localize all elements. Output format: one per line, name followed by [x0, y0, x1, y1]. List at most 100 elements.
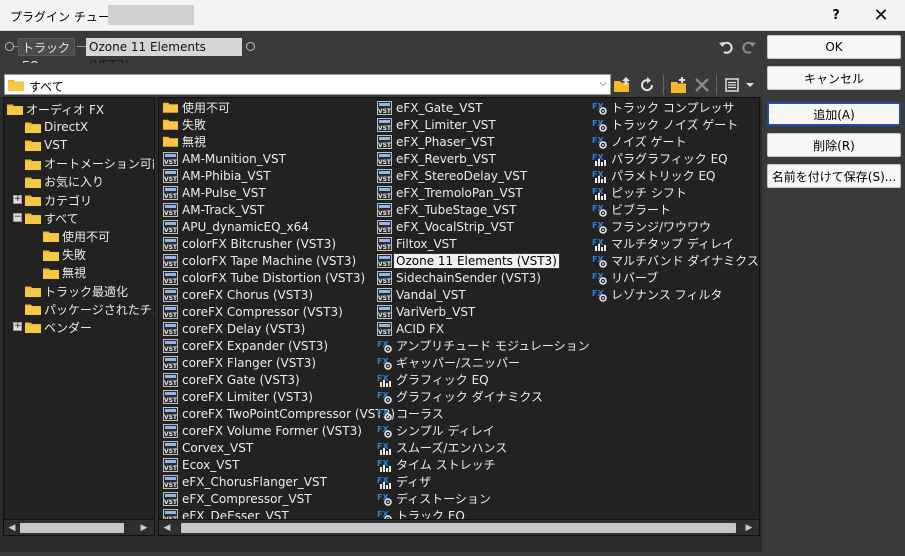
plugin-list-item[interactable]: VST coreFX Volume Former (VST3)	[163, 422, 364, 439]
plugin-list-item[interactable]: FX グラフィック ダイナミクス	[377, 388, 545, 405]
plugin-list-item[interactable]: VST eFX_VocalStrip_VST	[377, 218, 516, 235]
tree-item[interactable]: オーディオ FX	[7, 100, 104, 118]
plugin-list-item[interactable]: VST Ecox_VST	[163, 456, 241, 473]
delete-x-icon[interactable]	[693, 76, 711, 94]
scroll-thumb[interactable]	[20, 523, 124, 533]
save-as-button[interactable]: 名前を付けて保存(S)...	[767, 164, 901, 188]
plugin-list[interactable]: 使用不可 失敗 無視 VST AM-Munition_VST VST AM-Phibia_V…	[158, 97, 760, 536]
plugin-list-item[interactable]: VST AM-Pulse_VST	[163, 184, 268, 201]
plugin-list-item[interactable]: FX スムーズ/エンハンス	[377, 439, 509, 456]
plugin-list-item[interactable]: VST coreFX Flanger (VST3)	[163, 354, 318, 371]
plugin-list-item[interactable]: FX パラメトリック EQ	[592, 167, 717, 184]
location-combobox[interactable]: すべて ⌵	[4, 74, 611, 95]
plugin-list-item[interactable]: FX ディザ	[377, 473, 433, 490]
scroll-thumb[interactable]	[181, 523, 736, 533]
tree-item[interactable]: 無視	[43, 264, 86, 282]
tree-item[interactable]: DirectX	[25, 118, 88, 136]
plugin-list-item[interactable]: VST SidechainSender (VST3)	[377, 269, 543, 286]
chevron-down-icon[interactable]: ⌵	[599, 78, 607, 89]
ok-button[interactable]: OK	[767, 35, 901, 59]
expand-icon[interactable]: +	[13, 195, 22, 204]
plugin-list-item[interactable]: VST colorFX Tape Machine (VST3)	[163, 252, 358, 269]
folder-up-icon[interactable]	[614, 76, 632, 94]
plugin-list-item[interactable]: VST eFX_StereoDelay_VST	[377, 167, 529, 184]
chain-track-eq[interactable]: トラック EQ	[18, 38, 75, 73]
tree-item[interactable]: お気に入り	[25, 173, 104, 191]
plugin-list-item[interactable]: FX コーラス	[377, 405, 446, 422]
refresh-icon[interactable]	[638, 76, 656, 94]
plugin-list-item[interactable]: VST eFX_Phaser_VST	[377, 133, 496, 150]
undo-icon[interactable]	[718, 39, 734, 55]
plugin-list-item[interactable]: VST eFX_Limiter_VST	[377, 116, 498, 133]
tree-horizontal-scrollbar[interactable]: ◀ ▶	[4, 519, 154, 535]
plugin-list-item[interactable]: FX リバーブ	[592, 269, 660, 286]
plugin-list-item[interactable]: 失敗	[163, 116, 208, 133]
plugin-list-item[interactable]: VST eFX_TubeStage_VST	[377, 201, 518, 218]
plugin-list-item[interactable]: VST coreFX TwoPointCompressor (VST3)	[163, 405, 397, 422]
plugin-list-item[interactable]: VST eFX_ChorusFlanger_VST	[163, 473, 329, 490]
plugin-list-item[interactable]: FX アンプリチュード モジュレーション	[377, 337, 592, 354]
plugin-list-item[interactable]: FX トラック コンプレッサ	[592, 99, 736, 116]
plugin-list-item[interactable]: VST eFX_TremoloPan_VST	[377, 184, 525, 201]
plugin-list-item[interactable]: FX タイム ストレッチ	[377, 456, 498, 473]
plugin-list-item[interactable]: FX マルチバンド ダイナミクス	[592, 252, 759, 269]
close-button[interactable]: ✕	[861, 0, 901, 31]
plugin-list-item[interactable]: VST AM-Munition_VST	[163, 150, 288, 167]
plugin-list-item[interactable]: 無視	[163, 133, 208, 150]
scroll-left-icon[interactable]: ◀	[161, 522, 173, 534]
scroll-left-icon[interactable]: ◀	[6, 522, 18, 534]
plugin-list-item[interactable]: VST coreFX Limiter (VST3)	[163, 388, 315, 405]
plugin-list-item[interactable]: VST eFX_Gate_VST	[377, 99, 484, 116]
plugin-list-item[interactable]: VST Ozone 11 Elements (VST3)	[377, 252, 560, 269]
plugin-list-item[interactable]: FX ギャッパー/スニッパー	[377, 354, 522, 371]
list-horizontal-scrollbar[interactable]: ◀ ▶	[159, 519, 759, 535]
tree-item[interactable]: + カテゴリ	[13, 191, 92, 209]
plugin-list-item[interactable]: VST eFX_Compressor_VST	[163, 490, 314, 507]
tree-item[interactable]: VST	[25, 136, 67, 154]
plugin-list-item[interactable]: FX マルチタップ ディレイ	[592, 235, 736, 252]
collapse-icon[interactable]: −	[13, 213, 22, 223]
plugin-list-item[interactable]: VST VariVerb_VST	[377, 303, 477, 320]
plugin-list-item[interactable]: VST ACID FX	[377, 320, 446, 337]
plugin-list-item[interactable]: VST AM-Track_VST	[163, 201, 266, 218]
scroll-right-icon[interactable]: ▶	[743, 522, 755, 534]
tree-item[interactable]: 失敗	[43, 246, 86, 264]
plugin-list-item[interactable]: VST Vandal_VST	[377, 286, 468, 303]
delete-button[interactable]: 削除(R)	[767, 133, 901, 157]
help-button[interactable]: ?	[818, 0, 854, 31]
plugin-list-item[interactable]: FX パラグラフィック EQ	[592, 150, 730, 167]
plugin-list-item[interactable]: VST colorFX Bitcrusher (VST3)	[163, 235, 338, 252]
plugin-list-item[interactable]: FX ディストーション	[377, 490, 493, 507]
plugin-list-item[interactable]: FX グラフィック EQ	[377, 371, 491, 388]
expand-icon[interactable]: +	[13, 322, 22, 332]
chain-plugin-ozone[interactable]: Ozone 11 Elements (VST3)	[86, 38, 242, 72]
cancel-button[interactable]: キャンセル	[767, 66, 901, 90]
tree-item[interactable]: トラック最適化	[25, 282, 128, 300]
redo-icon[interactable]	[741, 39, 757, 55]
plugin-list-item[interactable]: FX フランジ/ワウワウ	[592, 218, 713, 235]
add-button[interactable]: 追加(A)	[767, 102, 901, 126]
plugin-list-item[interactable]: VST coreFX Gate (VST3)	[163, 371, 302, 388]
plugin-list-item[interactable]: VST coreFX Chorus (VST3)	[163, 286, 315, 303]
tree-item[interactable]: 使用不可	[43, 227, 110, 245]
plugin-list-item[interactable]: VST coreFX Compressor (VST3)	[163, 303, 345, 320]
folder-tree[interactable]: オーディオ FX DirectX VST オートメーション可能 お気に入り + カテゴリ − す…	[3, 97, 155, 536]
plugin-list-item[interactable]: FX ビブラート	[592, 201, 673, 218]
plugin-list-item[interactable]: VST APU_dynamicEQ_x64	[163, 218, 311, 235]
plugin-list-item[interactable]: VST coreFX Delay (VST3)	[163, 320, 307, 337]
new-folder-icon[interactable]	[671, 76, 689, 94]
plugin-list-item[interactable]: FX ピッチ シフト	[592, 184, 689, 201]
plugin-list-item[interactable]: VST AM-Phibia_VST	[163, 167, 273, 184]
plugin-list-item[interactable]: VST coreFX Expander (VST3)	[163, 337, 330, 354]
tree-item[interactable]: − すべて	[13, 209, 79, 227]
plugin-list-item[interactable]: VST eFX_Reverb_VST	[377, 150, 498, 167]
scroll-right-icon[interactable]: ▶	[138, 522, 150, 534]
plugin-list-item[interactable]: FX ノイズ ゲート	[592, 133, 688, 150]
plugin-list-item[interactable]: VST colorFX Tube Distortion (VST3)	[163, 269, 367, 286]
plugin-list-item[interactable]: VST Corvex_VST	[163, 439, 255, 456]
plugin-list-item[interactable]: FX トラック ノイズ ゲート	[592, 116, 740, 133]
tree-item[interactable]: オートメーション可能	[25, 155, 154, 173]
plugin-list-item[interactable]: VST Filtox_VST	[377, 235, 459, 252]
tree-item[interactable]: パッケージされたチェーン	[25, 300, 154, 318]
plugin-list-item[interactable]: FX レゾナンス フィルタ	[592, 286, 724, 303]
